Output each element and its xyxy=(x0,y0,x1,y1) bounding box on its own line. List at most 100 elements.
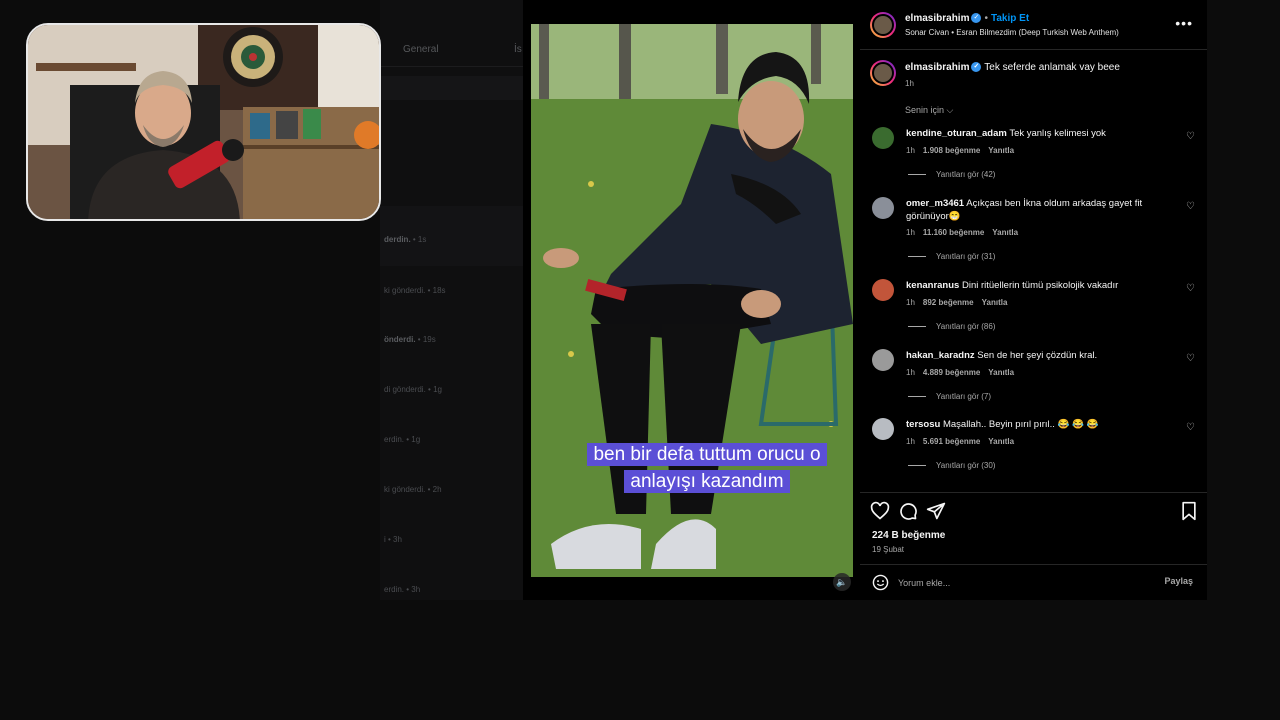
comment-meta: 1h 5.691 beğenme Yanıtla xyxy=(906,437,1014,446)
comment-body: kenanranus Dini ritüellerin tümü psikolo… xyxy=(906,279,1176,292)
post-date: 19 Şubat xyxy=(872,545,905,554)
heart-icon[interactable]: ♡ xyxy=(1186,353,1195,364)
bg-notification: önderdi. • 19s xyxy=(384,335,436,344)
bg-notification: derdin. • 1s xyxy=(384,235,427,244)
comment-input[interactable] xyxy=(898,575,1148,590)
heart-icon[interactable]: ♡ xyxy=(1186,283,1195,294)
commenter-avatar[interactable] xyxy=(872,279,894,301)
comment-meta: 1h 1.908 beğenme Yanıtla xyxy=(906,146,1014,155)
bg-notification: ki gönderdi. • 2h xyxy=(384,485,442,494)
emoji-icon[interactable] xyxy=(872,574,889,591)
bg-notification: erdin. • 1g xyxy=(384,435,421,444)
comment-time: 1h xyxy=(906,368,915,377)
comment-time: 1h xyxy=(906,146,915,155)
bg-tab-2: İs xyxy=(514,44,522,55)
sort-label: Senin için xyxy=(905,105,945,115)
mute-button[interactable]: 🔈 xyxy=(833,573,851,591)
caption-text: Tek seferde anlamak vay beee xyxy=(984,62,1120,73)
follow-button[interactable]: Takip Et xyxy=(991,13,1029,24)
subtitle-line-2: anlayışı kazandım xyxy=(624,469,790,493)
chevron-down-icon: ⌵ xyxy=(946,105,954,115)
comment-time: 1h xyxy=(906,228,915,237)
commenter-username[interactable]: kendine_oturan_adam xyxy=(906,128,1007,139)
comment-text: Dini ritüellerin tümü psikolojik vakadır xyxy=(961,280,1119,291)
commenter-username[interactable]: hakan_karadnz xyxy=(906,350,975,361)
comment-body: hakan_karadnz Sen de her şeyi çözdün kra… xyxy=(906,349,1176,362)
caption-body: elmasibrahim ✓ Tek seferde anlamak vay be… xyxy=(905,62,1120,73)
author-username[interactable]: elmasibrahim xyxy=(905,13,969,24)
add-comment-bar: Paylaş xyxy=(860,564,1207,600)
caption-username[interactable]: elmasibrahim xyxy=(905,62,969,73)
commenter-username[interactable]: omer_m3461 xyxy=(906,198,964,209)
webcam-feed-image xyxy=(28,25,379,219)
comment-body: omer_m3461 Açıkçası ben İkna oldum arkad… xyxy=(906,197,1176,223)
comment-text: Tek yanlış kelimesi yok xyxy=(1009,128,1106,139)
comment-likes[interactable]: 892 beğenme xyxy=(923,298,974,307)
commenter-avatar[interactable] xyxy=(872,127,894,149)
comment-sort-dropdown[interactable]: Senin için ⌵ xyxy=(905,105,953,116)
divider xyxy=(380,66,530,67)
comment-meta: 1h 4.889 beğenme Yanıtla xyxy=(906,368,1014,377)
like-heart-icon[interactable] xyxy=(870,501,890,521)
share-send-icon[interactable] xyxy=(926,501,946,521)
bg-notification: di gönderdi. • 1g xyxy=(384,385,442,394)
view-replies-button[interactable]: Yanıtları gör (42) xyxy=(908,170,995,179)
reply-button[interactable]: Yanıtla xyxy=(988,146,1014,155)
verified-icon: ✓ xyxy=(971,13,982,24)
comment-text: Sen de her şeyi çözdün kral. xyxy=(977,350,1098,361)
author-line: elmasibrahim ✓ • Takip Et xyxy=(905,13,1029,24)
reply-button[interactable]: Yanıtla xyxy=(988,368,1014,377)
bg-notification: erdin. • 3h xyxy=(384,585,421,594)
commenter-avatar[interactable] xyxy=(872,349,894,371)
comment-text: Maşallah.. Beyin pırıl pırıl.. 😂 😂 😂 xyxy=(942,419,1099,430)
comment-time: 1h xyxy=(906,437,915,446)
comment-body: tersosu Maşallah.. Beyin pırıl pırıl.. 😂… xyxy=(906,418,1176,431)
comment-likes[interactable]: 1.908 beğenme xyxy=(923,146,980,155)
comment-likes[interactable]: 5.691 beğenme xyxy=(923,437,980,446)
comment-body: kendine_oturan_adam Tek yanlış kelimesi … xyxy=(906,127,1176,140)
comment-meta: 1h 11.160 beğenme Yanıtla xyxy=(906,228,1018,237)
post-comment-button[interactable]: Paylaş xyxy=(1164,576,1193,586)
background-notifications-page: General İs derdin. • 1s ki gönderdi. • 1… xyxy=(380,0,530,600)
view-replies-button[interactable]: Yanıtları gör (31) xyxy=(908,252,995,261)
video-subtitle: ben bir defa tuttum orucu o anlayışı kaz… xyxy=(566,442,848,495)
reply-button[interactable]: Yanıtla xyxy=(988,437,1014,446)
screen: General İs derdin. • 1s ki gönderdi. • 1… xyxy=(0,0,1280,720)
verified-icon: ✓ xyxy=(971,62,982,73)
post-sidebar: elmasibrahim ✓ • Takip Et Sonar Civan • Esr… xyxy=(860,0,1207,600)
commenter-avatar[interactable] xyxy=(872,197,894,219)
reply-button[interactable]: Yanıtla xyxy=(982,298,1008,307)
view-replies-button[interactable]: Yanıtları gör (30) xyxy=(908,461,995,470)
comment-likes[interactable]: 4.889 beğenme xyxy=(923,368,980,377)
like-count[interactable]: 224 B beğenme xyxy=(872,530,945,541)
comment-list[interactable]: kendine_oturan_adam Tek yanlış kelimesi … xyxy=(860,124,1207,492)
caption-avatar[interactable] xyxy=(870,60,896,86)
commenter-avatar[interactable] xyxy=(872,418,894,440)
bg-tab-general: General xyxy=(403,44,439,55)
commenter-username[interactable]: kenanranus xyxy=(906,280,959,291)
bookmark-icon[interactable] xyxy=(1179,501,1199,521)
post-actions: 224 B beğenme 19 Şubat xyxy=(860,492,1207,564)
comment-likes[interactable]: 11.160 beğenme xyxy=(923,228,984,237)
heart-icon[interactable]: ♡ xyxy=(1186,422,1195,433)
bg-notification: i • 3h xyxy=(384,535,402,544)
speaker-icon: 🔈 xyxy=(836,576,848,587)
separator-dot: • xyxy=(984,13,988,24)
bg-notification: ki gönderdi. • 18s xyxy=(384,286,446,295)
more-options-icon[interactable]: ••• xyxy=(1175,15,1193,31)
comment-bubble-icon[interactable] xyxy=(898,501,918,521)
comment-time: 1h xyxy=(906,298,915,307)
view-replies-button[interactable]: Yanıtları gör (7) xyxy=(908,392,991,401)
heart-icon[interactable]: ♡ xyxy=(1186,201,1195,212)
view-replies-button[interactable]: Yanıtları gör (86) xyxy=(908,322,995,331)
bg-band xyxy=(380,76,530,100)
author-avatar[interactable] xyxy=(870,12,896,38)
heart-icon[interactable]: ♡ xyxy=(1186,131,1195,142)
subtitle-line-1: ben bir defa tuttum orucu o xyxy=(587,443,827,466)
audio-track[interactable]: Sonar Civan • Esran Bilmezdim (Deep Turk… xyxy=(905,28,1119,37)
post-header: elmasibrahim ✓ • Takip Et Sonar Civan • Esr… xyxy=(860,0,1207,50)
webcam-overlay xyxy=(26,23,381,221)
reply-button[interactable]: Yanıtla xyxy=(992,228,1018,237)
comment-meta: 1h 892 beğenme Yanıtla xyxy=(906,298,1007,307)
commenter-username[interactable]: tersosu xyxy=(906,419,940,430)
